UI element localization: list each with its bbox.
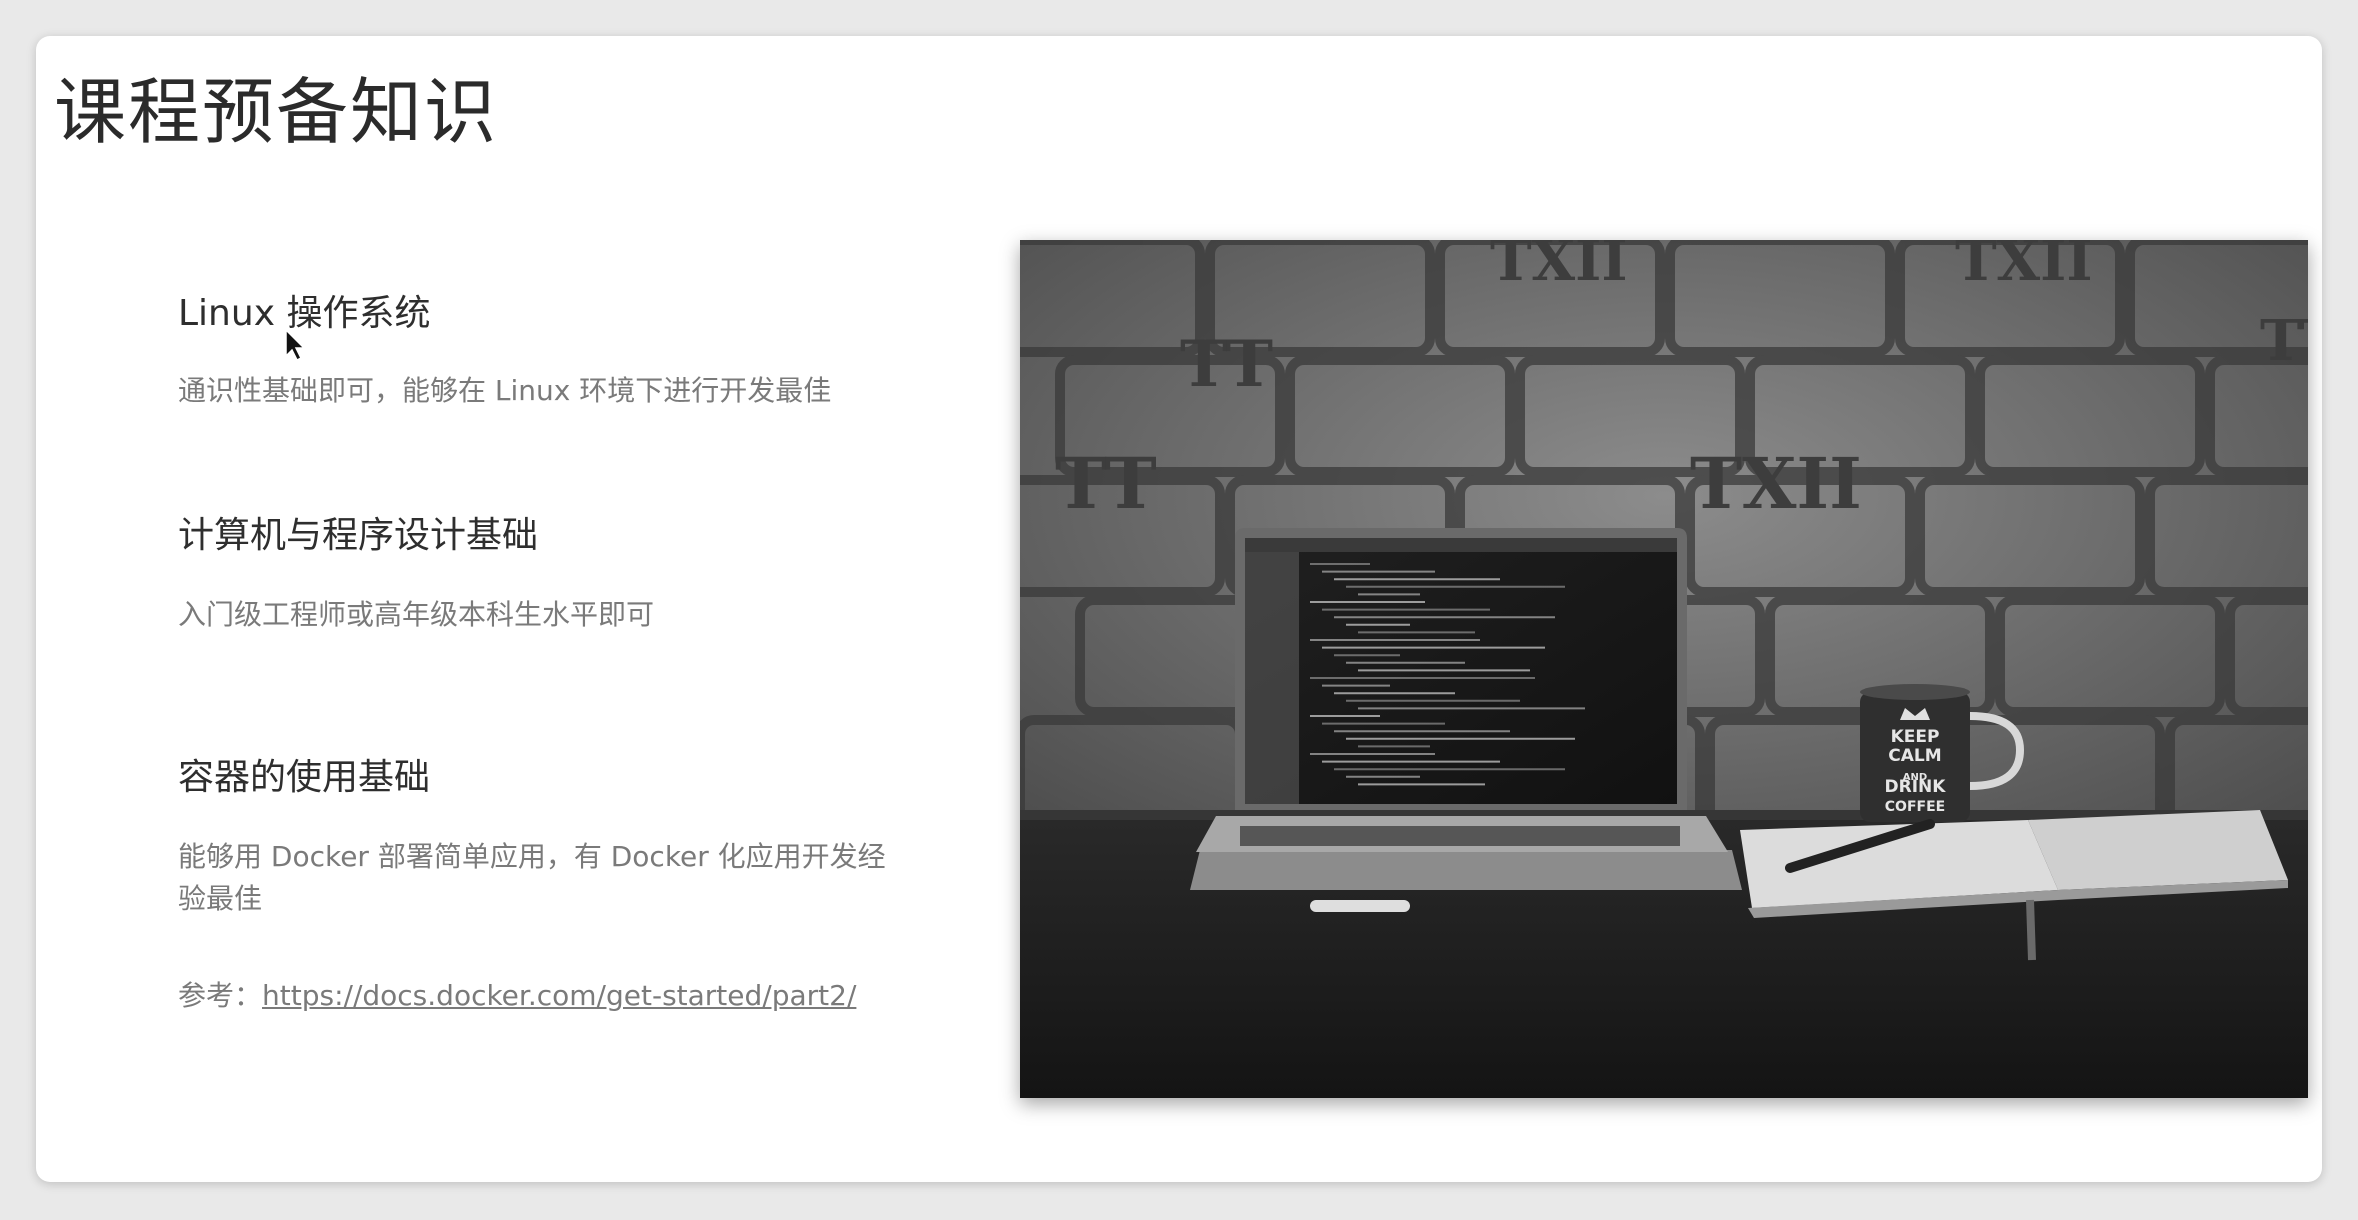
section-heading: 容器的使用基础 (178, 757, 431, 798)
wall-mark: TXII (1955, 240, 2093, 294)
reference-line: 参考：https://docs.docker.com/get-started/p… (178, 974, 856, 1014)
section-description: 能够用 Docker 部署简单应用，有 Docker 化应用开发经验最佳 (178, 839, 886, 915)
laptop-photo: TXIITTTXIITTTXIITT KEEPCALMANDDRINKCOFFE… (1020, 240, 2308, 1098)
reference-prefix: 参考： (178, 979, 263, 1012)
slide-title: 课程预备知识 (54, 70, 499, 154)
wall-mark: TT (2260, 308, 2308, 374)
mug-text: COFFEE (1885, 799, 1945, 815)
section-heading: 计算机与程序设计基础 (178, 515, 539, 556)
section-description: 通识性基础即可，能够在 Linux 环境下进行开发最佳 (178, 373, 832, 407)
section-programming: 计算机与程序设计基础 入门级工程师或高年级本科生水平即可 (178, 516, 908, 636)
wall-mark: TT (1180, 327, 1273, 402)
reference-link[interactable]: https://docs.docker.com/get-started/part… (262, 979, 856, 1012)
section-description: 入门级工程师或高年级本科生水平即可 (178, 597, 655, 631)
slide: 课程预备知识 Linux 操作系统 通识性基础即可，能够在 Linux 环境下进… (36, 36, 2322, 1182)
mouse-pointer-icon (285, 328, 306, 362)
mug-text: DRINK (1885, 777, 1947, 797)
mug-text: CALM (1888, 746, 1941, 766)
wall-mark: TXII (1490, 240, 1628, 294)
wall-mark: TT (1055, 442, 1157, 525)
mug-text: KEEP (1891, 727, 1940, 747)
wall-mark: TXII (1690, 442, 1862, 525)
section-containers: 容器的使用基础 能够用 Docker 部署简单应用，有 Docker 化应用开发… (178, 758, 908, 920)
